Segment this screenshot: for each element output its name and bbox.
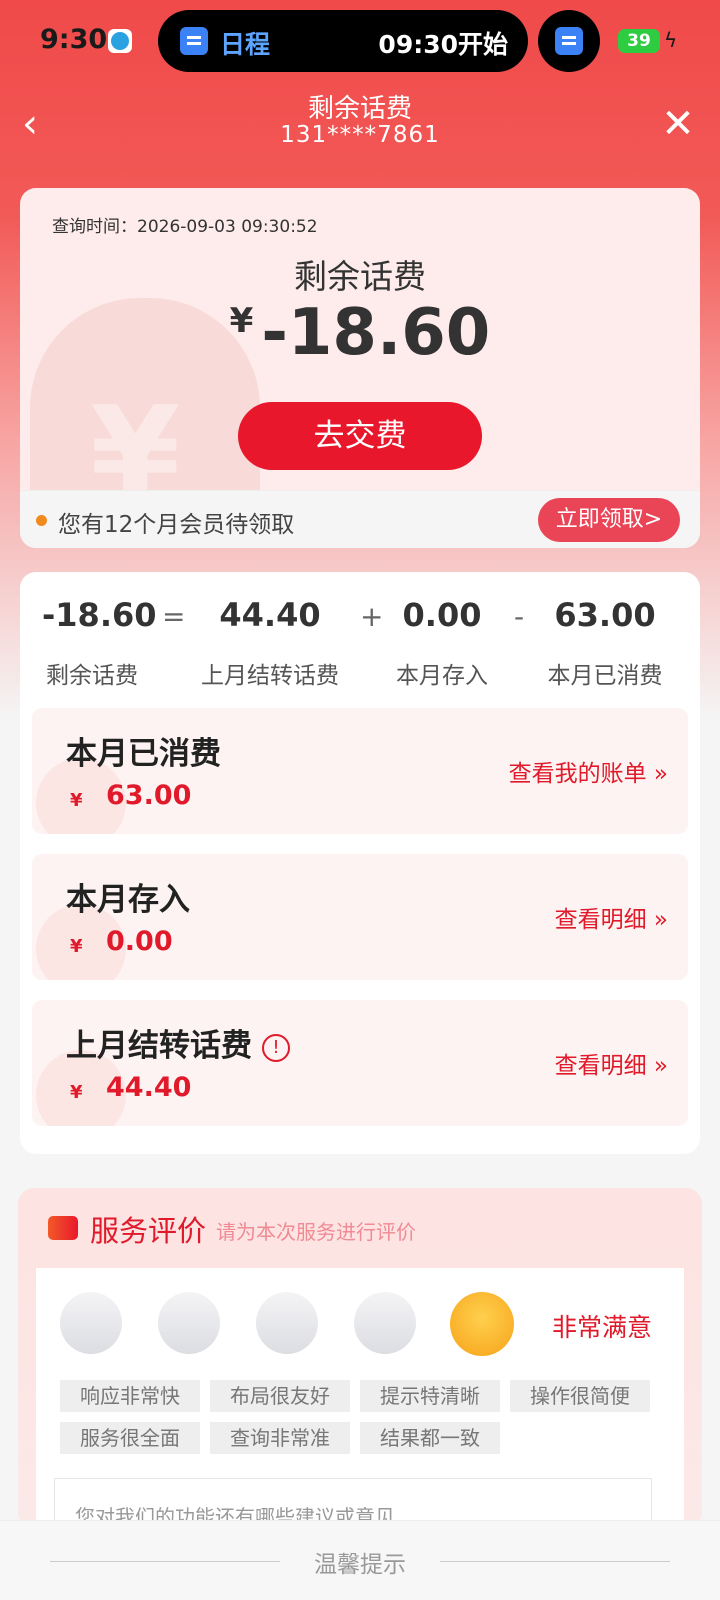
telegram-icon <box>108 29 132 53</box>
status-bar: 9:30 日程 09:30开始 39 ϟ <box>0 0 720 84</box>
eq-value-balance: -18.60 <box>42 596 157 634</box>
balance-breakdown-card: -18.60 = 44.40 + 0.00 - 63.00 剩余话费 上月结转话… <box>20 572 700 1154</box>
evaluation-panel: 非常满意 响应非常快 布局很友好 提示特清晰 操作很简便 服务很全面 查询非常准… <box>36 1268 684 1528</box>
detail-row-consumed[interactable]: 本月已消费 ¥ 63.00 查看我的账单 » <box>32 708 688 834</box>
double-chevron-icon: » <box>653 761 668 787</box>
battery-icon: 39 <box>618 29 660 53</box>
eq-value-consumed: 63.00 <box>554 596 656 634</box>
tag-easy-operation[interactable]: 操作很简便 <box>510 1380 650 1412</box>
detail-row-carryover[interactable]: 上月结转话费! ¥ 44.40 查看明细 » <box>32 1000 688 1126</box>
eq-value-deposit: 0.00 <box>402 596 482 634</box>
double-chevron-icon: » <box>653 907 668 933</box>
query-time: 查询时间：2026-09-03 09:30:52 <box>52 217 318 237</box>
page-title: 剩余话费 <box>307 94 412 124</box>
eq-value-carryover: 44.40 <box>219 596 321 634</box>
calendar-icon <box>555 27 583 55</box>
tag-comprehensive-service[interactable]: 服务很全面 <box>60 1422 200 1454</box>
claim-button[interactable]: 立即领取> <box>538 498 680 542</box>
flag-icon <box>48 1216 78 1240</box>
eq-label-consumed: 本月已消费 <box>547 663 663 689</box>
detail-title: 本月存入 <box>66 882 190 918</box>
member-banner: 您有12个月会员待领取 立即领取> <box>20 490 700 548</box>
eq-operator-equals: = <box>162 600 186 633</box>
balance-number: -18.60 <box>261 296 491 370</box>
detail-row-deposit[interactable]: 本月存入 ¥ 0.00 查看明细 » <box>32 854 688 980</box>
status-time: 9:30 <box>40 24 108 55</box>
smile-face-icon[interactable] <box>354 1292 416 1354</box>
detail-title: 本月已消费 <box>66 736 221 772</box>
currency-symbol: ¥ <box>70 936 83 957</box>
detail-amount: 63.00 <box>106 780 192 811</box>
calendar-icon <box>180 27 208 55</box>
service-evaluation-card: 服务评价 请为本次服务进行评价 非常满意 响应非常快 布局很友好 提示特清晰 操… <box>18 1188 702 1528</box>
eq-label-balance: 剩余话费 <box>46 663 138 689</box>
currency-symbol: ¥ <box>229 301 254 341</box>
eq-operator-plus: + <box>360 600 384 633</box>
tag-fast-response[interactable]: 响应非常快 <box>60 1380 200 1412</box>
angry-face-icon[interactable] <box>60 1292 122 1354</box>
currency-symbol: ¥ <box>70 790 83 811</box>
dynamic-island-secondary[interactable] <box>538 10 600 72</box>
detail-title: 上月结转话费! <box>66 1020 290 1065</box>
balance-label: 剩余话费 <box>294 257 426 296</box>
eq-label-carryover: 上月结转话费 <box>201 663 339 689</box>
charging-icon: ϟ <box>664 28 678 52</box>
eq-label-deposit: 本月存入 <box>396 663 488 689</box>
tag-clear-hints[interactable]: 提示特清晰 <box>360 1380 500 1412</box>
island-event-time: 09:30开始 <box>378 30 508 59</box>
eq-operator-minus: - <box>514 600 525 633</box>
balance-card: ¥ 查询时间：2026-09-03 09:30:52 剩余话费 ¥ -18.60 … <box>20 188 700 548</box>
member-text: 您有12个月会员待领取 <box>58 512 295 538</box>
view-detail-link[interactable]: 查看明细 » <box>555 1046 668 1080</box>
dynamic-island[interactable]: 日程 09:30开始 <box>158 10 528 72</box>
detail-title-text: 上月结转话费 <box>66 1028 252 1064</box>
neutral-face-icon[interactable] <box>256 1292 318 1354</box>
currency-symbol: ¥ <box>70 1082 83 1103</box>
evaluation-title: 服务评价 <box>90 1214 207 1248</box>
island-app-name: 日程 <box>220 30 271 59</box>
phone-number: 131****7861 <box>280 122 440 148</box>
double-chevron-icon: » <box>653 1053 668 1079</box>
dot-icon <box>36 515 47 526</box>
tag-friendly-layout[interactable]: 布局很友好 <box>210 1380 350 1412</box>
link-label: 查看明细 <box>554 1053 647 1079</box>
tag-consistent-results[interactable]: 结果都一致 <box>360 1422 500 1454</box>
rating-label: 非常满意 <box>552 1313 653 1342</box>
balance-amount: ¥ -18.60 <box>20 296 700 370</box>
close-icon[interactable]: ✕ <box>658 100 698 148</box>
view-bill-link[interactable]: 查看我的账单 » <box>509 754 668 788</box>
pay-button[interactable]: 去交费 <box>238 402 482 470</box>
grinning-face-icon[interactable] <box>450 1292 514 1356</box>
divider <box>440 1561 670 1562</box>
info-icon[interactable]: ! <box>262 1034 290 1062</box>
evaluation-subtitle: 请为本次服务进行评价 <box>216 1220 416 1244</box>
link-label: 查看我的账单 <box>508 761 647 787</box>
tips-footer: 温馨提示 <box>0 1520 720 1600</box>
detail-amount: 0.00 <box>106 926 173 957</box>
detail-amount: 44.40 <box>106 1072 192 1103</box>
link-label: 查看明细 <box>554 907 647 933</box>
view-detail-link[interactable]: 查看明细 » <box>555 900 668 934</box>
sad-face-icon[interactable] <box>158 1292 220 1354</box>
tips-title: 温馨提示 <box>314 1552 406 1578</box>
tag-accurate-query[interactable]: 查询非常准 <box>210 1422 350 1454</box>
